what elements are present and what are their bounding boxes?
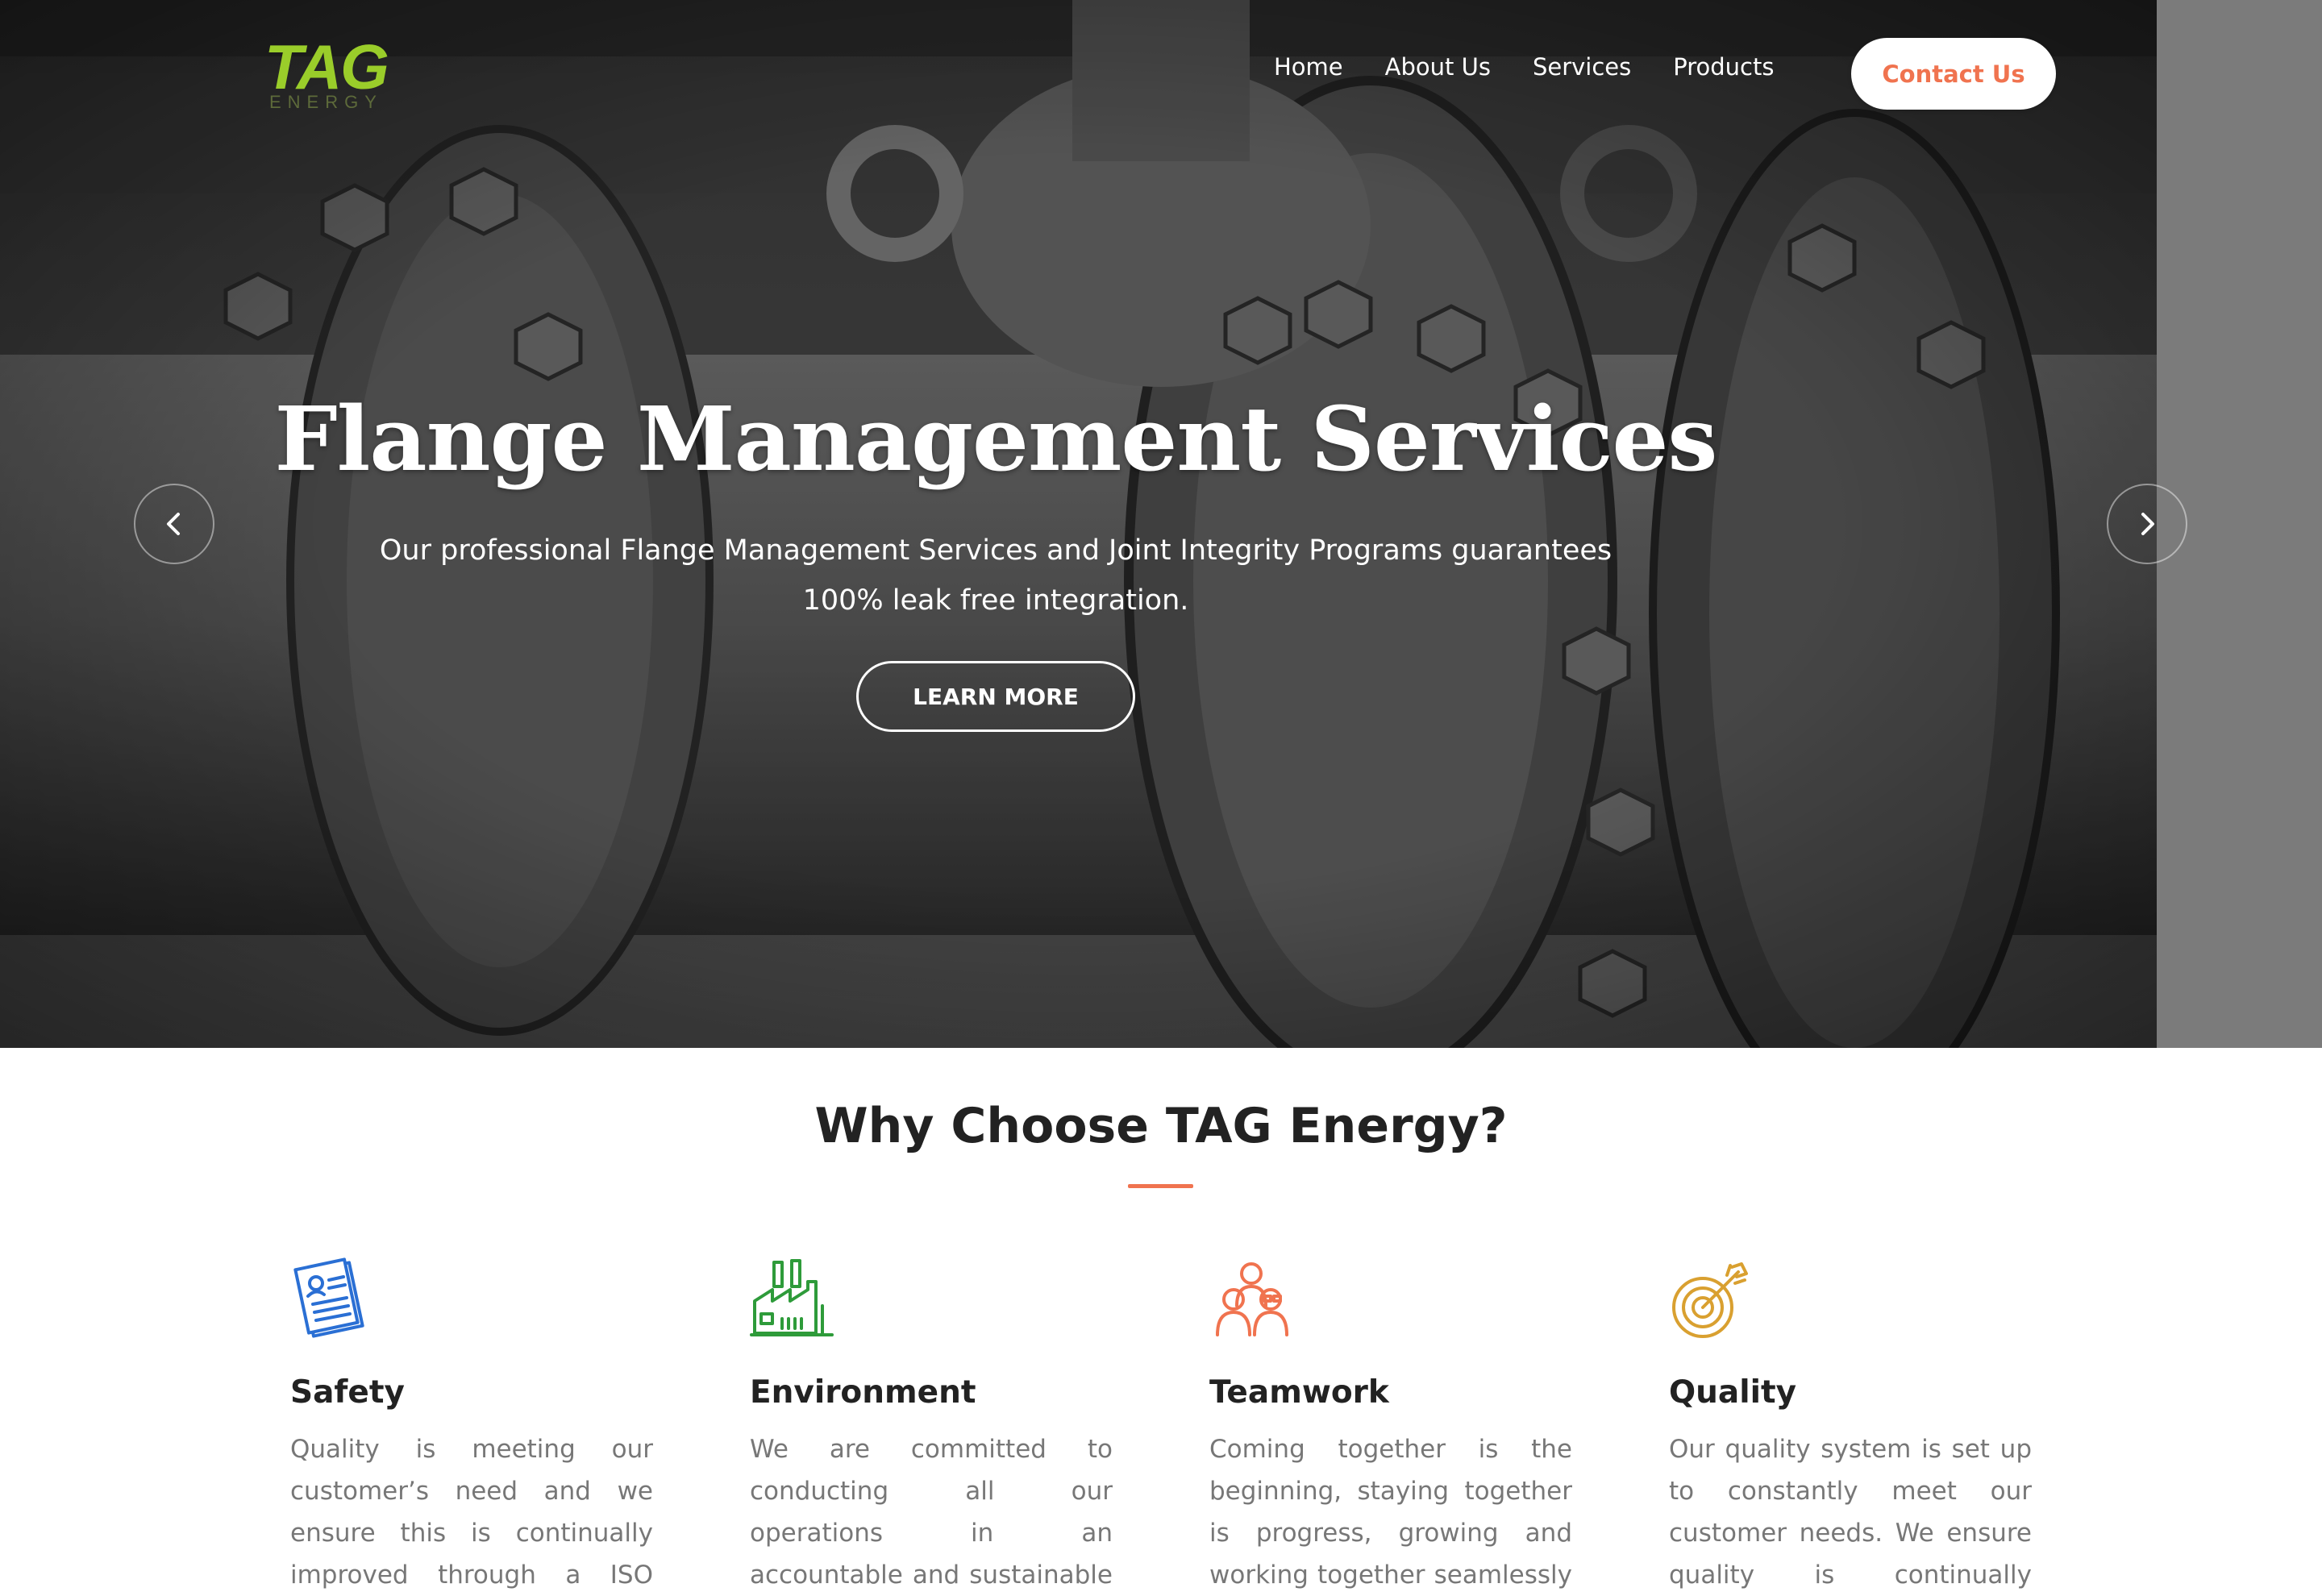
hero-background-image [0, 0, 2157, 1048]
chevron-left-icon [167, 513, 180, 535]
slider-next-button[interactable] [2107, 484, 2187, 564]
document-icon [293, 1257, 364, 1338]
feature-title: Environment [750, 1374, 976, 1411]
logo-text: TAG [264, 31, 389, 102]
target-icon [1672, 1262, 1748, 1338]
team-icon [1216, 1262, 1288, 1336]
feature-title: Quality [1669, 1374, 1797, 1411]
feature-title: Teamwork [1209, 1374, 1389, 1411]
nav-about-us[interactable]: About Us [1385, 53, 1491, 81]
feature-text: Quality is meeting our customer’s need a… [290, 1435, 653, 1590]
hero-slider: TAG ENERGY Home About Us Services Produc… [0, 0, 2322, 1048]
logo-subtext: ENERGY [269, 92, 383, 112]
slide-title: Flange Management Services [274, 387, 1718, 491]
slider-prev-button[interactable] [134, 484, 214, 564]
feature-text: We are committed to conducting all our o… [750, 1435, 1113, 1590]
main-nav: Home About Us Services Products [1274, 53, 1816, 81]
nav-products[interactable]: Products [1673, 53, 1774, 81]
heading-underline [1128, 1184, 1193, 1188]
chevron-right-icon [2141, 513, 2154, 535]
slide-description: Our professional Flange Management Servi… [379, 534, 1612, 617]
why-choose-heading: Why Choose TAG Energy? [814, 1098, 1508, 1154]
learn-more-button[interactable]: LEARN MORE [856, 661, 1135, 732]
nav-home[interactable]: Home [1274, 53, 1343, 81]
feature-text: Coming together is the beginning, stayin… [1209, 1435, 1572, 1590]
factory-icon [750, 1259, 834, 1336]
feature-title: Safety [290, 1374, 405, 1411]
feature-text: Our quality system is set up to constant… [1669, 1435, 2032, 1590]
nav-services[interactable]: Services [1533, 53, 1631, 81]
tag-energy-logo[interactable]: TAG ENERGY [264, 31, 389, 112]
contact-us-button[interactable]: Contact Us [1851, 38, 2056, 110]
